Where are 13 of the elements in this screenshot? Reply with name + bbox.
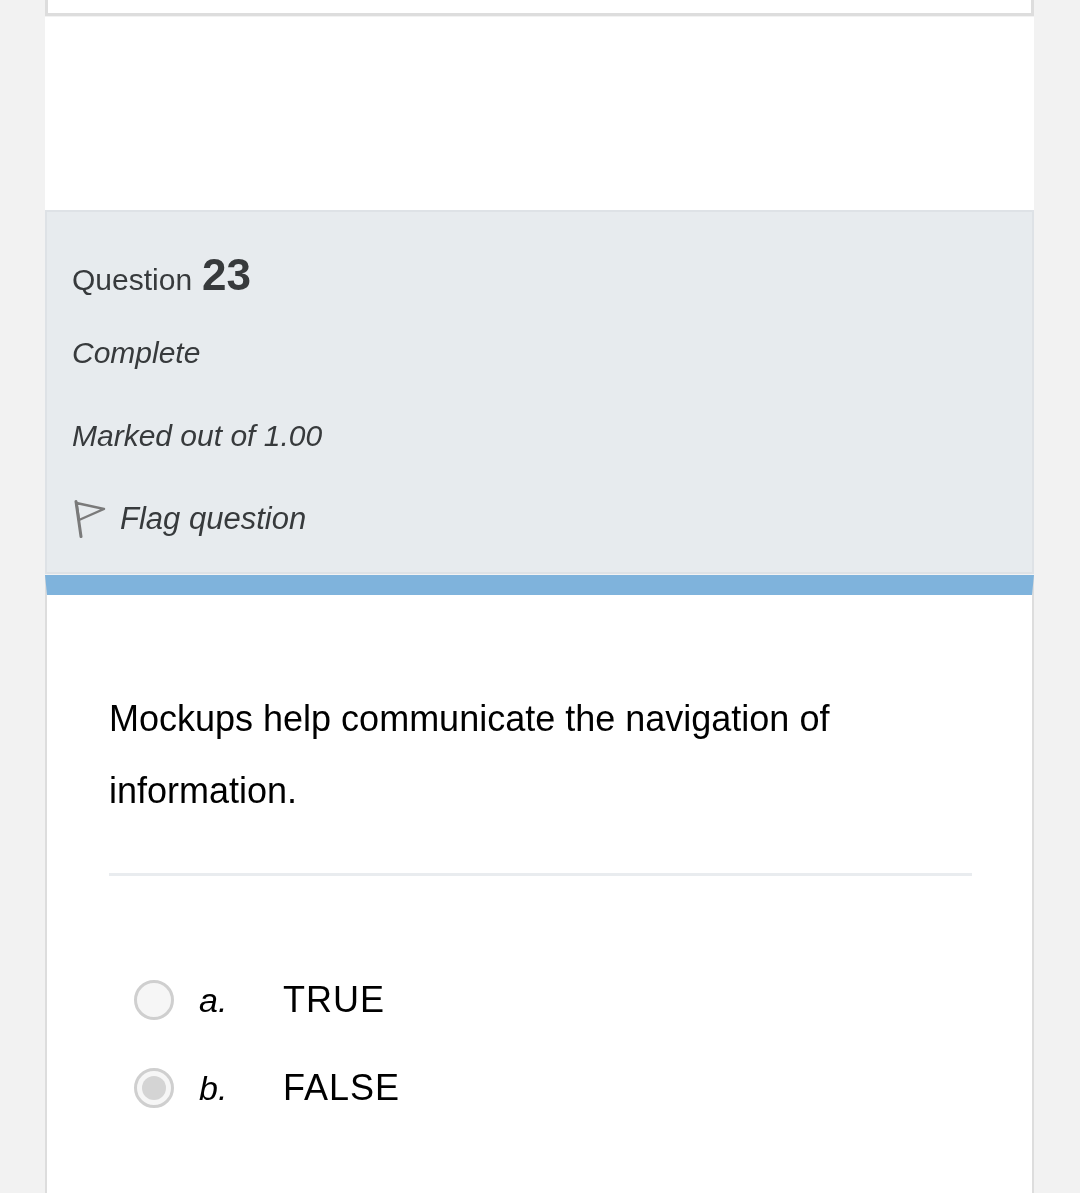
question-text: Mockups help communicate the navigation of information. [109, 697, 831, 813]
radio-button[interactable] [134, 1068, 174, 1108]
question-number: 23 [202, 250, 252, 300]
option-text: TRUE [283, 979, 385, 1021]
question-grade: Marked out of 1.00 [72, 418, 323, 453]
radio-button[interactable] [134, 980, 174, 1020]
option-letter: b. [199, 1068, 229, 1108]
option-letter: a. [199, 980, 229, 1020]
question-status: Complete [72, 335, 201, 370]
option-text: FALSE [283, 1067, 401, 1109]
flag-question-link[interactable]: Flag question [120, 500, 307, 537]
flag-icon[interactable] [74, 499, 106, 538]
question-label: Question [72, 263, 193, 297]
